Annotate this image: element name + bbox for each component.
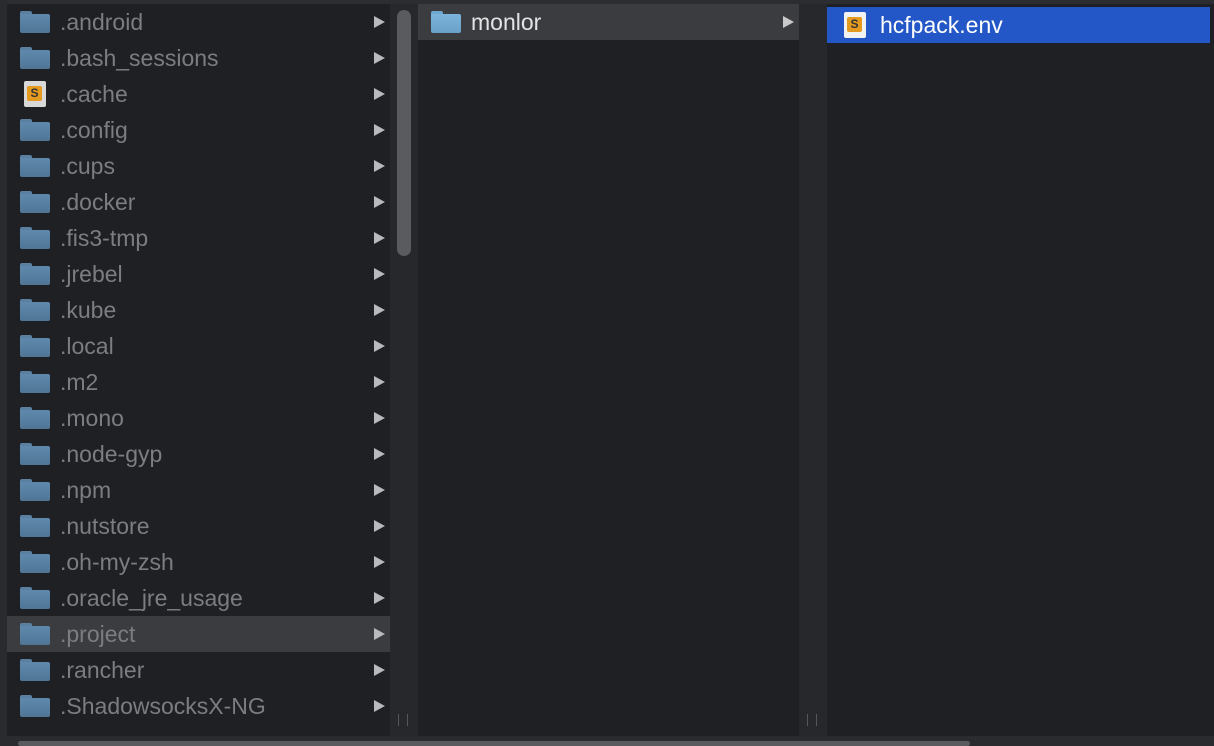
disclosure-arrow-icon: [374, 556, 385, 568]
item-label: .mono: [60, 404, 124, 431]
disclosure-arrow-icon: [374, 52, 385, 64]
folder-icon: [20, 659, 50, 681]
column-1[interactable]: .android .bash_sessions S .cache .config…: [7, 4, 390, 736]
folder-icon: [20, 479, 50, 501]
sublime-file-icon: S: [844, 12, 866, 38]
folder-icon: [20, 191, 50, 213]
disclosure-arrow-icon: [374, 592, 385, 604]
disclosure-arrow-icon: [374, 520, 385, 532]
folder-icon: [20, 371, 50, 393]
item-label: .jrebel: [60, 260, 123, 287]
item-label: .nutstore: [60, 512, 150, 539]
list-item-selected[interactable]: monlor: [418, 4, 799, 40]
item-label: .cups: [60, 152, 115, 179]
item-label: .kube: [60, 296, 117, 323]
item-label: hcfpack.env: [880, 11, 1003, 38]
list-item-selected[interactable]: S hcfpack.env: [827, 7, 1210, 43]
sublime-file-icon: S: [24, 81, 46, 107]
disclosure-arrow-icon: [374, 232, 385, 244]
list-item[interactable]: .config: [7, 112, 390, 148]
item-label: .android: [60, 8, 144, 35]
horizontal-scrollbar-thumb[interactable]: [18, 741, 970, 746]
item-label: .oracle_jre_usage: [60, 584, 243, 611]
disclosure-arrow-icon: [783, 16, 794, 28]
disclosure-arrow-icon: [374, 124, 385, 136]
item-label: .fis3-tmp: [60, 224, 149, 251]
folder-icon: [20, 623, 50, 645]
item-label: .cache: [60, 80, 128, 107]
list-item[interactable]: .nutstore: [7, 508, 390, 544]
disclosure-arrow-icon: [374, 700, 385, 712]
item-label: .npm: [60, 476, 112, 503]
disclosure-arrow-icon: [374, 376, 385, 388]
folder-icon: [20, 515, 50, 537]
resize-grip-icon[interactable]: [398, 714, 408, 726]
folder-icon: [20, 119, 50, 141]
list-item[interactable]: .node-gyp: [7, 436, 390, 472]
list-item[interactable]: .cups: [7, 148, 390, 184]
disclosure-arrow-icon: [374, 304, 385, 316]
folder-icon: [20, 227, 50, 249]
disclosure-arrow-icon: [374, 448, 385, 460]
folder-icon: [20, 263, 50, 285]
item-label: .bash_sessions: [60, 44, 219, 71]
folder-icon: [20, 587, 50, 609]
item-label: .docker: [60, 188, 136, 215]
disclosure-arrow-icon: [374, 484, 385, 496]
list-item[interactable]: .docker: [7, 184, 390, 220]
list-item[interactable]: .npm: [7, 472, 390, 508]
folder-icon: [20, 299, 50, 321]
disclosure-arrow-icon: [374, 268, 385, 280]
left-border: [0, 0, 7, 746]
folder-icon: [20, 695, 50, 717]
list-item[interactable]: .rancher: [7, 652, 390, 688]
list-item[interactable]: .android: [7, 4, 390, 40]
list-item[interactable]: .mono: [7, 400, 390, 436]
column-2[interactable]: monlor: [418, 4, 799, 736]
item-label: .config: [60, 116, 128, 143]
folder-icon: [20, 443, 50, 465]
disclosure-arrow-icon: [374, 88, 385, 100]
item-label: monlor: [471, 8, 542, 35]
item-label: .local: [60, 332, 114, 359]
vertical-scrollbar-thumb[interactable]: [397, 10, 411, 256]
column-browser: .android .bash_sessions S .cache .config…: [0, 0, 1214, 746]
disclosure-arrow-icon: [374, 628, 385, 640]
folder-icon: [20, 47, 50, 69]
disclosure-arrow-icon: [374, 664, 385, 676]
column-divider[interactable]: [799, 4, 827, 736]
disclosure-arrow-icon: [374, 412, 385, 424]
disclosure-arrow-icon: [374, 160, 385, 172]
resize-grip-icon[interactable]: [807, 714, 817, 726]
folder-icon: [20, 407, 50, 429]
disclosure-arrow-icon: [374, 196, 385, 208]
list-item[interactable]: S .cache: [7, 76, 390, 112]
list-item-selected[interactable]: .project: [7, 616, 390, 652]
folder-icon: [20, 11, 50, 33]
folder-icon: [431, 11, 461, 33]
item-label: .oh-my-zsh: [60, 548, 174, 575]
folder-icon: [20, 551, 50, 573]
item-label: .rancher: [60, 656, 145, 683]
list-item[interactable]: .m2: [7, 364, 390, 400]
list-item[interactable]: .kube: [7, 292, 390, 328]
list-item[interactable]: .jrebel: [7, 256, 390, 292]
list-item[interactable]: .oracle_jre_usage: [7, 580, 390, 616]
list-item[interactable]: .fis3-tmp: [7, 220, 390, 256]
folder-icon: [20, 335, 50, 357]
list-item[interactable]: .local: [7, 328, 390, 364]
list-item[interactable]: .oh-my-zsh: [7, 544, 390, 580]
folder-icon: [20, 155, 50, 177]
item-label: .m2: [60, 368, 99, 395]
item-label: .node-gyp: [60, 440, 163, 467]
disclosure-arrow-icon: [374, 340, 385, 352]
item-label: .ShadowsocksX-NG: [60, 692, 266, 719]
list-item[interactable]: .ShadowsocksX-NG: [7, 688, 390, 724]
disclosure-arrow-icon: [374, 16, 385, 28]
column-3[interactable]: S hcfpack.env: [827, 4, 1210, 736]
item-label: .project: [60, 620, 136, 647]
list-item[interactable]: .bash_sessions: [7, 40, 390, 76]
